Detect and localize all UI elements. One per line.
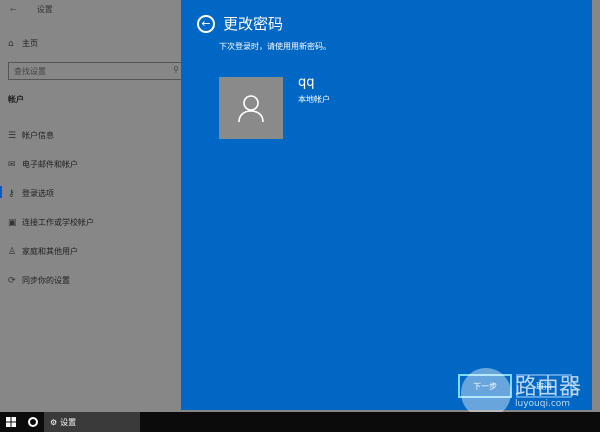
- sidebar-home[interactable]: ⌂ 主页: [8, 38, 38, 49]
- taskbar-app-label: 设置: [60, 417, 77, 427]
- selected-indicator: [0, 186, 2, 198]
- start-button[interactable]: [0, 412, 22, 432]
- watermark-url: luyouqi.com: [515, 399, 571, 409]
- sidebar-item-sync[interactable]: ⟳ 同步你的设置: [8, 275, 70, 286]
- person-icon: ♙: [8, 246, 17, 257]
- sidebar-item-account-info[interactable]: ☰ 帐户信息: [8, 130, 54, 141]
- account-info-icon: ☰: [8, 130, 17, 141]
- search-placeholder: 查找设置: [14, 67, 46, 76]
- windows-icon: [6, 417, 16, 427]
- avatar: [219, 77, 283, 139]
- search-input[interactable]: 查找设置 ⚲: [8, 62, 184, 80]
- home-icon: ⌂: [8, 38, 14, 49]
- sidebar-item-label: 同步你的设置: [22, 276, 70, 285]
- sidebar-item-email[interactable]: ✉ 电子邮件和帐户: [8, 159, 78, 170]
- circle-icon: [28, 417, 38, 427]
- watermark: 路由器 luyouqi.com: [461, 368, 581, 418]
- briefcase-icon: ▣: [8, 217, 17, 228]
- sidebar-item-work-school[interactable]: ▣ 连接工作或学校帐户: [8, 217, 94, 228]
- search-icon: ⚲: [173, 65, 179, 74]
- sidebar-item-signin-options[interactable]: ⚷ 登录选项: [8, 188, 54, 199]
- sidebar-item-label: 连接工作或学校帐户: [22, 218, 94, 227]
- user-icon: [238, 95, 264, 122]
- sidebar-item-label: 家庭和其他用户: [22, 247, 78, 256]
- key-icon: ⚷: [8, 188, 15, 199]
- back-arrow-icon[interactable]: ←: [197, 14, 215, 33]
- window-title-bar: ← 设置: [10, 4, 53, 15]
- home-label: 主页: [22, 39, 38, 48]
- gear-icon: ⚙: [50, 417, 58, 427]
- mail-icon: ✉: [8, 159, 16, 170]
- username: qq: [298, 75, 315, 90]
- watermark-brand: 路由器: [515, 375, 582, 400]
- sidebar-item-label: 帐户信息: [22, 131, 54, 140]
- sidebar-item-label: 登录选项: [22, 189, 54, 198]
- dialog-title: 更改密码: [223, 15, 284, 33]
- back-button[interactable]: ←: [10, 5, 17, 14]
- sidebar-item-family[interactable]: ♙ 家庭和其他用户: [8, 246, 78, 257]
- window-title: 设置: [36, 5, 53, 14]
- sidebar-item-label: 电子邮件和帐户: [22, 160, 78, 169]
- account-type: 本地帐户: [298, 95, 330, 104]
- watermark-logo-icon: [461, 368, 511, 418]
- dialog-subtitle: 下次登录时，请使用用新密码。: [219, 42, 331, 51]
- taskbar-app-settings[interactable]: ⚙ 设置: [44, 412, 140, 432]
- sync-icon: ⟳: [8, 275, 16, 286]
- section-heading: 帐户: [8, 95, 24, 104]
- change-password-dialog: ← 更改密码 下次登录时，请使用用新密码。 qq 本地帐户 下一步 取消: [181, 0, 592, 410]
- cortana-button[interactable]: [22, 412, 44, 432]
- taskbar: ⚙ 设置: [0, 412, 600, 432]
